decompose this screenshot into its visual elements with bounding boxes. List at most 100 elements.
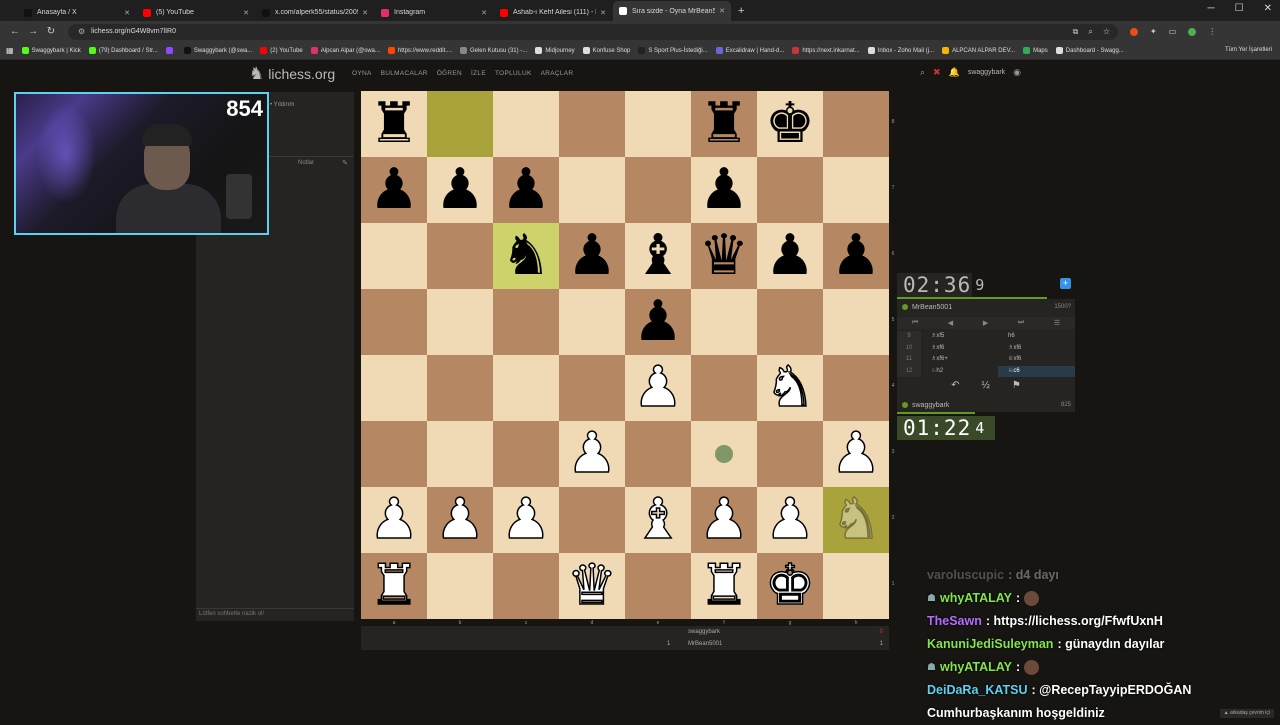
- nav-item[interactable]: ARAÇLAR: [541, 70, 574, 77]
- notification-bell-icon[interactable]: 🔔: [949, 67, 960, 78]
- bookmark-item[interactable]: Konfuse Shop: [583, 47, 631, 54]
- white-king-icon[interactable]: ♚: [765, 558, 815, 614]
- square-b7[interactable]: ♟: [427, 157, 493, 223]
- square-g7[interactable]: [757, 157, 823, 223]
- black-move[interactable]: h6: [998, 331, 1075, 343]
- square-b6[interactable]: [427, 223, 493, 289]
- square-d7[interactable]: [559, 157, 625, 223]
- square-c7[interactable]: ♟: [493, 157, 559, 223]
- white-pawn-icon[interactable]: ♟: [435, 492, 485, 548]
- square-a6[interactable]: [361, 223, 427, 289]
- reload-icon[interactable]: ↻: [42, 26, 60, 37]
- all-bookmarks[interactable]: Tüm Yer İşaretleri: [1225, 47, 1272, 53]
- square-h5[interactable]: [823, 289, 889, 355]
- chess-board[interactable]: ♜♜♚♟♟♟♟♞♟♝♛♟♟♟♟♞♟♟♟♟♟♝♟♟♞♜♛♜♚: [361, 91, 889, 619]
- square-c4[interactable]: [493, 355, 559, 421]
- square-c6[interactable]: ♞: [493, 223, 559, 289]
- square-e8[interactable]: [625, 91, 691, 157]
- square-e3[interactable]: [625, 421, 691, 487]
- square-b1[interactable]: [427, 553, 493, 619]
- black-move[interactable]: ♕xf6: [998, 354, 1075, 366]
- forward-icon[interactable]: →: [24, 26, 42, 37]
- new-tab-button[interactable]: +: [738, 5, 744, 17]
- minimize-icon[interactable]: ─: [1208, 3, 1215, 14]
- bookmark-item[interactable]: (79) Dashboard / Str...: [89, 47, 158, 54]
- add-time-icon[interactable]: +: [1060, 278, 1071, 289]
- square-d1[interactable]: ♛: [559, 553, 625, 619]
- extension-icon[interactable]: [1130, 28, 1138, 36]
- nav-item[interactable]: TOPLULUK: [495, 70, 532, 77]
- bookmark-item[interactable]: Swaggybark | Kick: [22, 47, 81, 54]
- sidebar-icon[interactable]: ▭: [1169, 27, 1177, 36]
- last-move-icon[interactable]: ⏭: [1018, 319, 1024, 327]
- bookmark-item[interactable]: Inbox - Zoho Mail (j...: [868, 47, 934, 54]
- menu-icon[interactable]: ☰: [1054, 319, 1060, 327]
- square-b5[interactable]: [427, 289, 493, 355]
- bookmark-item[interactable]: [166, 47, 176, 54]
- square-b3[interactable]: [427, 421, 493, 487]
- browser-tab[interactable]: x.com/alperk55/status/2009811 ✕: [256, 4, 374, 21]
- square-e6[interactable]: ♝: [625, 223, 691, 289]
- browser-tab[interactable]: Ashab-ı Kehf Ailesi (111) - bayı ✕: [494, 4, 612, 21]
- browser-tab[interactable]: Instagram ✕: [375, 4, 493, 21]
- square-f5[interactable]: [691, 289, 757, 355]
- square-f2[interactable]: ♟: [691, 487, 757, 553]
- takeback-icon[interactable]: ↶: [951, 380, 959, 394]
- square-h3[interactable]: ♟: [823, 421, 889, 487]
- url-input[interactable]: ⚙ lichess.org/nG4W8vm7lIR0 ⧉ ⌕ ☆: [68, 24, 1118, 40]
- underboard-row[interactable]: 1 MrBean5001 1: [361, 638, 889, 650]
- square-e2[interactable]: ♝: [625, 487, 691, 553]
- white-rook-icon[interactable]: ♜: [699, 558, 749, 614]
- bookmark-star-icon[interactable]: ☆: [1103, 27, 1110, 37]
- white-move[interactable]: ♗xf5: [921, 331, 998, 343]
- challenge-icon[interactable]: ✖: [933, 67, 941, 78]
- close-tab-icon[interactable]: ✕: [600, 9, 606, 17]
- white-pawn-icon[interactable]: ♟: [765, 492, 815, 548]
- square-h1[interactable]: [823, 553, 889, 619]
- nav-item[interactable]: ÖĞREN: [437, 70, 462, 77]
- white-knight-icon[interactable]: ♞: [765, 360, 815, 416]
- white-bishop-icon[interactable]: ♝: [633, 492, 683, 548]
- friends-online-button[interactable]: ▲ arkadaş çevrim içi: [1220, 709, 1274, 718]
- close-window-icon[interactable]: ✕: [1264, 3, 1272, 14]
- first-move-icon[interactable]: ⏮: [912, 319, 918, 327]
- square-f6[interactable]: ♛: [691, 223, 757, 289]
- square-g6[interactable]: ♟: [757, 223, 823, 289]
- bookmark-item[interactable]: (2) YouTube: [260, 47, 302, 54]
- square-f7[interactable]: ♟: [691, 157, 757, 223]
- prev-move-icon[interactable]: ◀: [948, 319, 953, 327]
- square-g8[interactable]: ♚: [757, 91, 823, 157]
- square-c5[interactable]: [493, 289, 559, 355]
- bookmark-item[interactable]: Excalidraw | Hand-d...: [716, 47, 785, 54]
- site-info-icon[interactable]: ⚙: [78, 27, 85, 36]
- bookmark-item[interactable]: S Sport Plus-İstediği...: [638, 47, 707, 54]
- zoom-icon[interactable]: ⌕: [1088, 27, 1092, 37]
- square-c1[interactable]: [493, 553, 559, 619]
- square-h7[interactable]: [823, 157, 889, 223]
- browser-tab[interactable]: Sıra sizde - Oyna MrBean5001 ✕: [613, 1, 731, 21]
- ghost-knight-icon[interactable]: ♞: [831, 492, 881, 548]
- square-d8[interactable]: [559, 91, 625, 157]
- chat-toggle-icon[interactable]: ✎: [342, 159, 348, 167]
- white-pawn-icon[interactable]: ♟: [831, 426, 881, 482]
- resign-flag-icon[interactable]: ⚑: [1012, 380, 1021, 394]
- white-queen-icon[interactable]: ♛: [567, 558, 617, 614]
- user-icon[interactable]: ◉: [1013, 67, 1021, 78]
- nav-item[interactable]: İZLE: [471, 70, 486, 77]
- black-move[interactable]: ♗xf6: [998, 343, 1075, 355]
- square-e1[interactable]: [625, 553, 691, 619]
- square-a8[interactable]: ♜: [361, 91, 427, 157]
- browser-tab[interactable]: Anasayfa / X ✕: [18, 4, 136, 21]
- square-e5[interactable]: ♟: [625, 289, 691, 355]
- square-f4[interactable]: [691, 355, 757, 421]
- maximize-icon[interactable]: ☐: [1235, 3, 1244, 14]
- square-e4[interactable]: ♟: [625, 355, 691, 421]
- bookmark-item[interactable]: Midjourney: [535, 47, 574, 54]
- white-pawn-icon[interactable]: ♟: [369, 492, 419, 548]
- opponent-player[interactable]: MrBean5001 1500?: [897, 301, 1075, 313]
- square-c8[interactable]: [493, 91, 559, 157]
- square-g3[interactable]: [757, 421, 823, 487]
- white-pawn-icon[interactable]: ♟: [633, 360, 683, 416]
- close-tab-icon[interactable]: ✕: [719, 7, 725, 15]
- white-pawn-icon[interactable]: ♟: [567, 426, 617, 482]
